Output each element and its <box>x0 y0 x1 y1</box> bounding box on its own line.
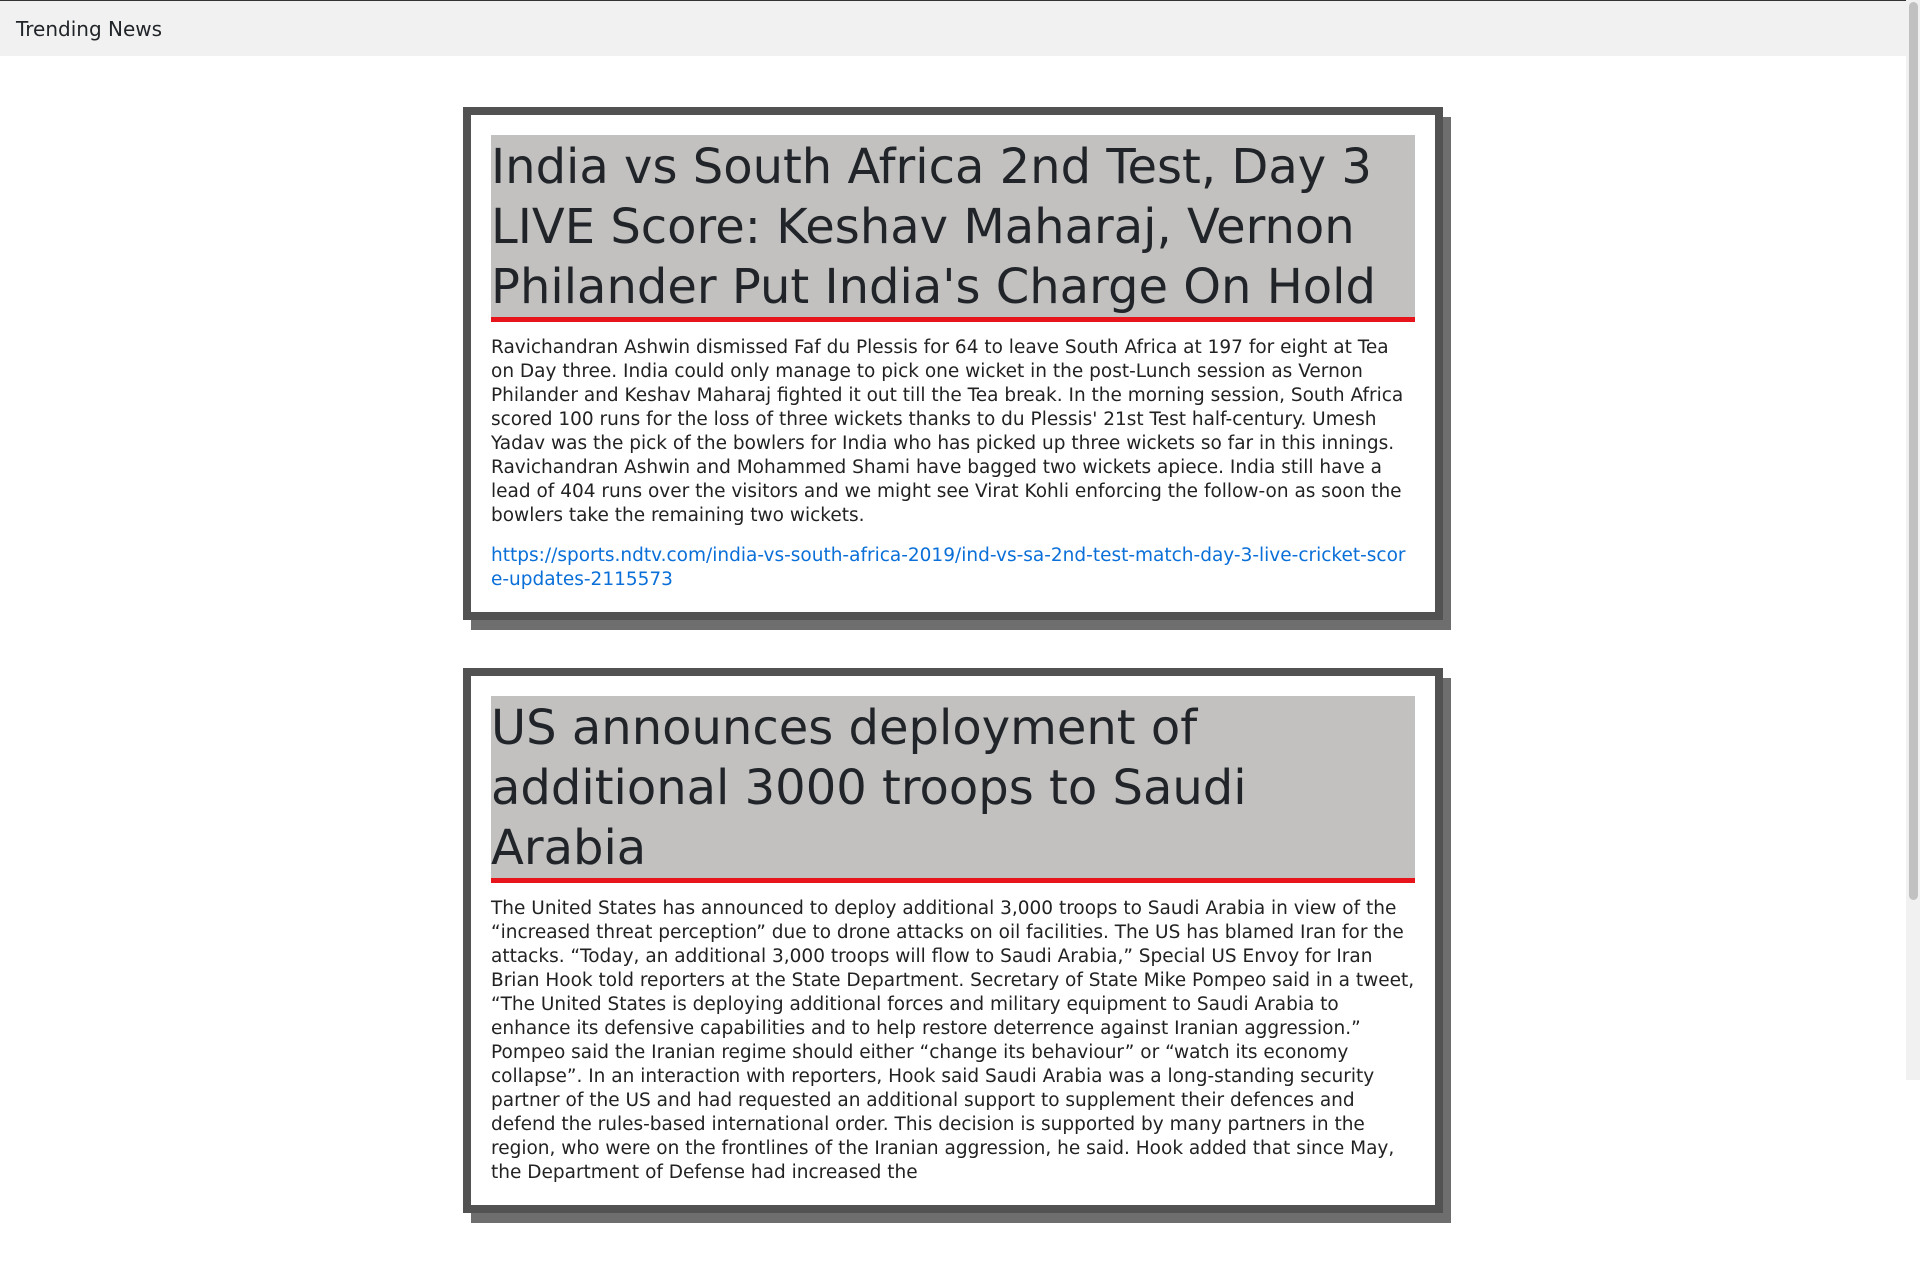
news-card: US announces deployment of additional 30… <box>463 668 1443 1213</box>
news-feed: India vs South Africa 2nd Test, Day 3 LI… <box>463 107 1443 1261</box>
top-navbar: Trending News <box>0 0 1906 56</box>
news-source-link[interactable]: https://sports.ndtv.com/india-vs-south-a… <box>491 544 1415 592</box>
news-summary: The United States has announced to deplo… <box>491 898 1415 1183</box>
news-title: India vs South Africa 2nd Test, Day 3 LI… <box>491 135 1415 322</box>
news-card: India vs South Africa 2nd Test, Day 3 LI… <box>463 107 1443 620</box>
navbar-brand[interactable]: Trending News <box>16 17 162 41</box>
scrollbar-thumb[interactable] <box>1909 2 1918 900</box>
page-scrollbar[interactable] <box>1906 0 1920 1080</box>
news-title: US announces deployment of additional 30… <box>491 696 1415 883</box>
news-summary: Ravichandran Ashwin dismissed Faf du Ple… <box>491 337 1404 526</box>
